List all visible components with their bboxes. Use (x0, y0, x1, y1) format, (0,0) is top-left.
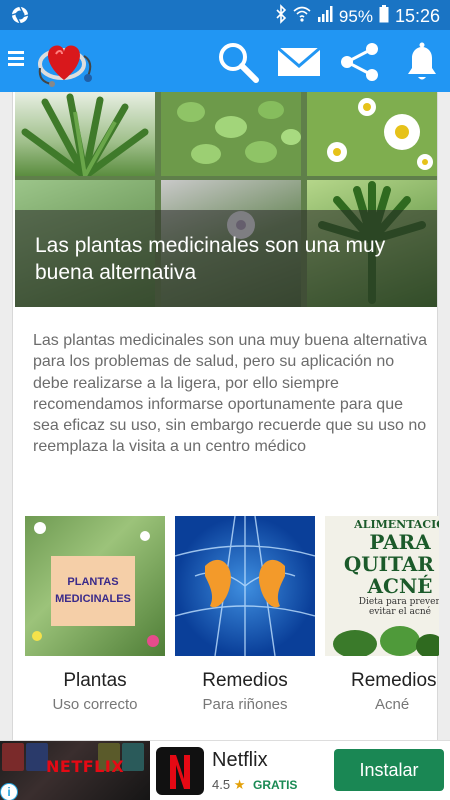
bell-icon[interactable] (400, 40, 444, 84)
camera-icon (10, 5, 30, 30)
article-description: Las plantas medicinales son una muy buen… (33, 332, 428, 456)
ad-banner[interactable]: NETFLIX i Netflix 4.5 ★ GRATIS Instalar (0, 740, 450, 800)
category-title-plants[interactable]: Plantas (15, 670, 175, 692)
star-icon: ★ (233, 777, 246, 792)
app-logo[interactable] (34, 34, 96, 90)
status-icons: 95% 15:26 (275, 4, 440, 29)
battery-percent: 95% (338, 6, 373, 26)
status-bar: 95% 15:26 (0, 0, 450, 30)
app-toolbar (0, 30, 450, 92)
ad-price: GRATIS (252, 778, 298, 792)
netflix-logo-icon (156, 747, 204, 795)
clock: 15:26 (394, 6, 440, 26)
category-title-kidneys[interactable]: Remedios (165, 670, 325, 692)
aloe-plant-image (15, 92, 155, 180)
category-thumb-kidneys[interactable] (175, 516, 315, 656)
acne-book-cover: ALIMENTACIO PARA QUITAR E ACNÉ Dieta par… (343, 518, 439, 617)
install-button[interactable]: Instalar (334, 749, 444, 791)
search-icon[interactable] (216, 40, 260, 84)
plants-label-box: PLANTAS MEDICINALES (51, 556, 135, 626)
battery-icon (379, 5, 389, 28)
chamomile-image (307, 92, 437, 176)
ad-image[interactable]: NETFLIX (0, 741, 150, 800)
bluetooth-icon (275, 4, 287, 29)
app-screen: 95% 15:26 Las plantas medicinales son un… (0, 0, 450, 800)
category-thumb-acne[interactable]: ALIMENTACIO PARA QUITAR E ACNÉ Dieta par… (325, 516, 439, 656)
hero-image[interactable]: Las plantas medicinales son una muy buen… (15, 92, 437, 307)
category-subtitle-acne: Acné (375, 696, 410, 713)
wifi-icon (293, 5, 311, 28)
article-card[interactable]: Las plantas medicinales son una muy buen… (12, 92, 439, 742)
ad-rating-value: 4.5 (212, 777, 231, 792)
menu-icon[interactable] (8, 48, 28, 74)
category-thumb-plants[interactable]: PLANTAS MEDICINALES (25, 516, 165, 656)
mail-icon[interactable] (276, 40, 321, 84)
ad-info-icon[interactable]: i (0, 783, 18, 800)
share-icon[interactable] (338, 40, 382, 84)
signal-icon (317, 6, 333, 27)
category-title-acne[interactable]: Remedios (315, 670, 439, 692)
category-subtitle-plants: Uso correcto (52, 696, 138, 713)
article-title: Las plantas medicinales son una muy buen… (35, 234, 386, 284)
mint-plant-image (161, 92, 301, 176)
ad-image-netflix-text: NETFLIX (46, 757, 125, 776)
ad-app-name[interactable]: Netflix (212, 749, 268, 772)
ad-rating: 4.5 ★ GRATIS (212, 777, 297, 793)
category-subtitle-kidneys: Para riñones (202, 696, 288, 713)
